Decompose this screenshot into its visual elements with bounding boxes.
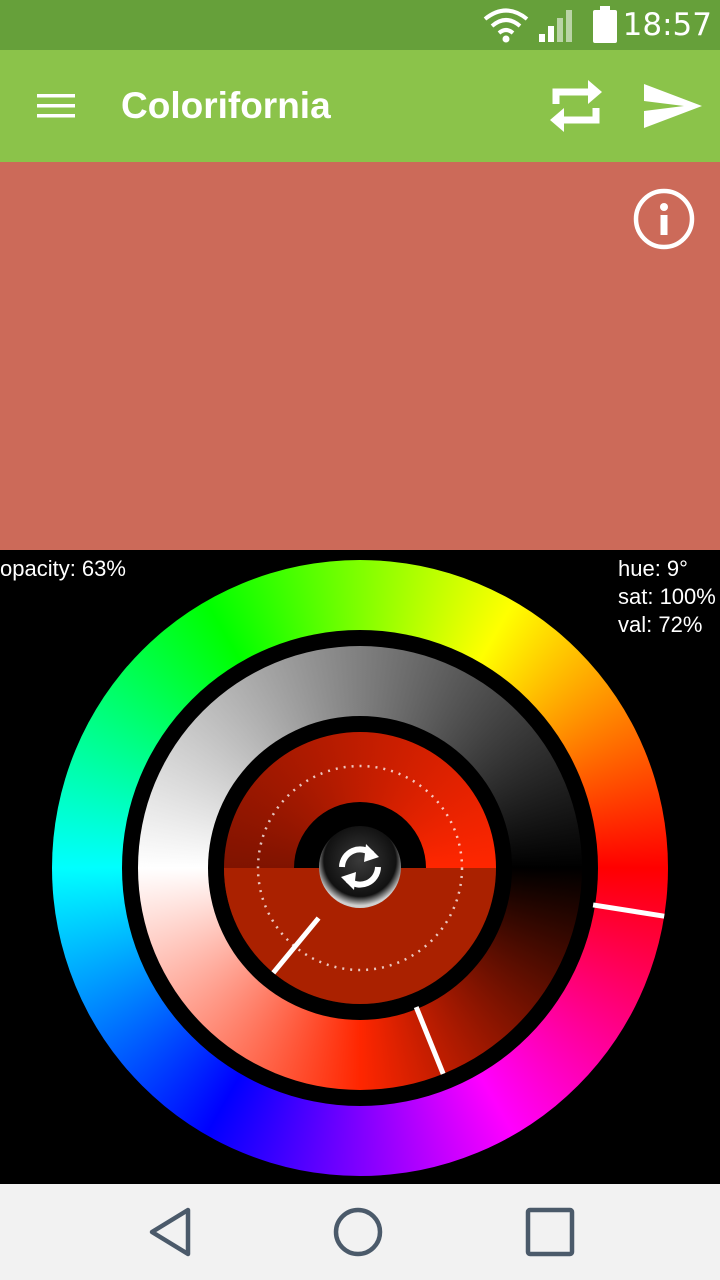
wifi-icon: [483, 8, 529, 43]
status-bar: 18:57: [0, 0, 720, 50]
app-title: Colorifornia: [121, 85, 331, 126]
hue-handle[interactable]: [592, 902, 665, 919]
recents-icon[interactable]: [524, 1206, 576, 1258]
saturation-handle[interactable]: [413, 1006, 446, 1075]
navigation-bar: [0, 1184, 720, 1280]
status-time: 18:57: [622, 7, 712, 43]
battery-icon: [593, 6, 617, 43]
menu-icon[interactable]: [30, 88, 82, 124]
signal-icon: [539, 10, 572, 42]
refresh-icon[interactable]: [317, 824, 403, 910]
swap-icon[interactable]: [546, 78, 606, 134]
back-icon[interactable]: [144, 1206, 196, 1258]
send-icon[interactable]: [640, 80, 706, 132]
info-icon[interactable]: [632, 187, 696, 251]
home-icon[interactable]: [332, 1206, 384, 1258]
color-preview: [0, 162, 720, 550]
app-toolbar: Colorifornia: [0, 50, 720, 162]
